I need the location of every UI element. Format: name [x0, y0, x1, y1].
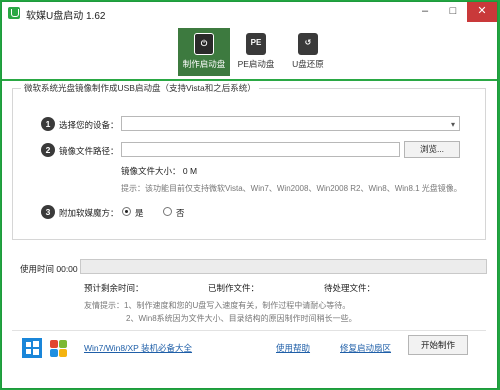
- tab-label: PE启动盘: [237, 59, 275, 69]
- start-make-button[interactable]: 开始制作: [408, 335, 468, 355]
- make-boot-group: 微软系统光盘镜像制作成USB启动盘（支持Vista和之后系统） 1 选择您的设备…: [12, 82, 486, 240]
- mode-tabs: ⏻ 制作启动盘 PE PE启动盘 ↺ U盘还原: [2, 28, 497, 78]
- windows7-logo-icon: [48, 338, 68, 358]
- tip-line-2: 2、Win8系统因为文件大小、目录结构的原因制作时间稍长一些。: [126, 314, 357, 323]
- chevron-down-icon: ▾: [450, 120, 455, 129]
- image-path-label: 镜像文件路径：: [59, 146, 119, 156]
- tab-make-boot[interactable]: ⏻ 制作启动盘: [178, 28, 230, 76]
- step-1-badge: 1: [41, 117, 55, 131]
- window-title: 软媒U盘启动 1.62: [26, 11, 106, 22]
- elapsed-time: 使用时间 00:00: [20, 264, 78, 274]
- maximize-button[interactable]: □: [439, 2, 467, 22]
- step-3-badge: 3: [41, 205, 55, 219]
- windows-tools-link[interactable]: Win7/Win8/XP 装机必备大全: [84, 342, 192, 354]
- close-button[interactable]: ✕: [467, 2, 497, 22]
- browse-button[interactable]: 浏览...: [404, 141, 460, 158]
- device-label: 选择您的设备：: [59, 120, 119, 130]
- tab-usb-restore[interactable]: ↺ U盘还原: [282, 28, 334, 76]
- image-path-input[interactable]: [121, 142, 400, 157]
- title-bar: 软媒U盘启动 1.62 – □ ✕: [2, 2, 497, 24]
- footer-divider: [12, 330, 486, 331]
- support-hint: 提示：该功能目前仅支持微软Vista、Win7、Win2008、Win2008 …: [121, 184, 462, 193]
- app-window: 软媒U盘启动 1.62 – □ ✕ ⏻ 制作启动盘 PE PE启动盘 ↺ U盘还…: [1, 1, 498, 389]
- tab-label: 制作启动盘: [182, 59, 226, 69]
- repair-boot-sector-link[interactable]: 修复启动扇区: [340, 342, 391, 354]
- wizard-label: 附加软媒魔方：: [59, 208, 119, 218]
- tip-line-1: 友情提示：1、制作速度和您的U盘写入速度有关，制作过程中请耐心等待。: [84, 301, 351, 310]
- step-2-badge: 2: [41, 143, 55, 157]
- help-link[interactable]: 使用帮助: [276, 342, 310, 354]
- pe-usb-icon: PE: [246, 33, 266, 55]
- minimize-button[interactable]: –: [411, 2, 439, 22]
- app-logo-icon: [8, 7, 20, 19]
- wizard-no-label: 否: [176, 208, 185, 218]
- restore-usb-icon: ↺: [298, 33, 318, 55]
- tab-label: U盘还原: [292, 59, 324, 69]
- group-title: 微软系统光盘镜像制作成USB启动盘（支持Vista和之后系统）: [21, 82, 259, 94]
- windows8-logo-icon: [22, 338, 42, 358]
- copied-files-label: 已制作文件：: [208, 283, 260, 293]
- tab-pe-boot[interactable]: PE PE启动盘: [230, 28, 282, 76]
- progress-bar: [80, 259, 487, 274]
- power-usb-icon: ⏻: [194, 33, 214, 55]
- wizard-no-radio[interactable]: [163, 207, 172, 216]
- wizard-yes-radio[interactable]: [122, 207, 131, 216]
- remaining-time-label: 预计剩余时间：: [84, 283, 144, 293]
- pending-files-label: 待处理文件：: [324, 283, 376, 293]
- image-size-text: 镜像文件大小： 0 M: [121, 166, 198, 176]
- wizard-yes-label: 是: [135, 208, 144, 218]
- device-select[interactable]: ▾: [121, 116, 460, 131]
- header-divider: [2, 79, 497, 81]
